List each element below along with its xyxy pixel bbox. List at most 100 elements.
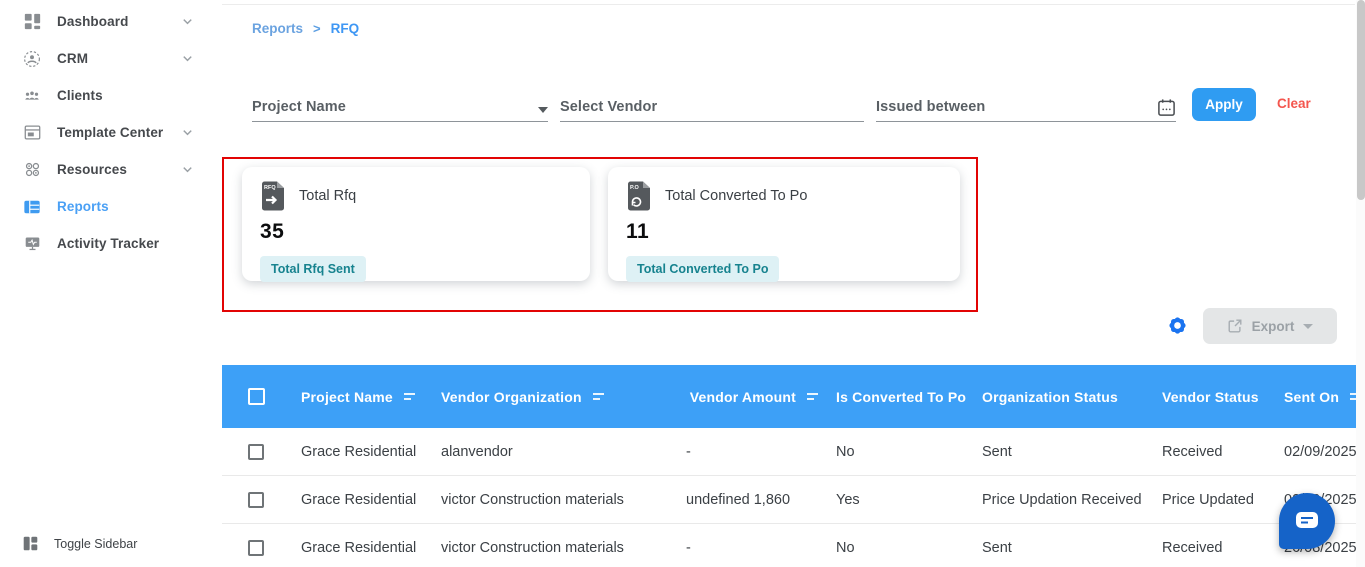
total-rfq-card: RFQ Total Rfq 35 Total Rfq Sent [242,167,590,282]
status-badge: Total Converted To Po [626,256,780,282]
cell-is-converted-to-po: No [836,539,855,556]
sidebar-item-dashboard[interactable]: Dashboard [0,3,222,40]
chevron-down-icon [181,163,194,176]
sidebar-item-label: Resources [57,162,127,177]
sidebar-item-label: Clients [57,88,103,103]
resources-icon [22,160,42,180]
cell-organization-status: Sent [982,539,1012,556]
export-button[interactable]: Export [1203,308,1337,344]
cell-project-name: Grace Residential [301,539,417,556]
breadcrumb-reports-link[interactable]: Reports [252,21,303,36]
chevron-down-icon [181,52,194,65]
card-value: 35 [260,220,285,243]
cell-vendor-amount: - [686,539,691,556]
apply-button[interactable]: Apply [1192,88,1256,121]
svg-text:P.O: P.O [630,185,639,191]
column-label: Project Name [301,388,393,405]
rfq-table: Project Name Vendor Organization Vendor … [222,365,1365,567]
total-converted-po-card: P.O Total Converted To Po 11 Total Conve… [608,167,960,282]
chevron-down-icon [181,15,194,28]
chat-icon [1295,511,1319,531]
status-badge: Total Rfq Sent [260,256,366,282]
sidebar: Dashboard CRM Clients Template Center Re… [0,0,222,567]
export-caret-icon [1303,323,1314,329]
column-header-vendor-organization[interactable]: Vendor Organization [430,389,675,405]
content-top-divider [222,4,1355,5]
table-row: Grace Residential alanvendor - No Sent R… [222,428,1365,476]
breadcrumb: Reports > RFQ [252,21,359,36]
crm-icon [22,49,42,69]
export-icon [1227,318,1243,334]
sidebar-item-label: Dashboard [57,14,129,29]
row-checkbox[interactable] [248,443,264,460]
window-scrollbar [1356,0,1365,567]
project-name-select[interactable]: Project Name [252,94,548,122]
select-vendor-select[interactable]: Select Vendor [560,94,864,122]
card-value: 11 [626,220,650,243]
table-row: Grace Residential victor Construction ma… [222,524,1365,567]
scrollbar-thumb[interactable] [1357,0,1365,200]
cell-vendor-amount: undefined 1,860 [686,491,791,508]
column-header-organization-status[interactable]: Organization Status [971,389,1151,405]
dropdown-caret-icon [538,107,548,113]
sidebar-item-activity-tracker[interactable]: Activity Tracker [0,225,222,262]
po-document-icon: P.O [626,181,652,211]
column-label: Vendor Status [1162,388,1259,405]
column-header-vendor-amount[interactable]: Vendor Amount [675,389,825,405]
sidebar-item-crm[interactable]: CRM [0,40,222,77]
cell-vendor-organization: alanvendor [441,443,513,460]
column-header-vendor-status[interactable]: Vendor Status [1151,389,1273,405]
cell-is-converted-to-po: No [836,443,855,460]
row-checkbox[interactable] [248,491,264,508]
main-content: Reports > RFQ Project Name Select Vendor… [222,0,1365,567]
column-header-project-name[interactable]: Project Name [290,389,430,405]
reports-icon [22,197,42,217]
column-label: Vendor Amount [689,388,796,405]
filter-icon[interactable] [592,391,605,402]
card-title: Total Rfq [299,188,357,204]
cell-project-name: Grace Residential [301,443,417,460]
sidebar-item-reports[interactable]: Reports [0,188,222,225]
cell-vendor-status: Received [1162,539,1223,556]
sidebar-item-resources[interactable]: Resources [0,151,222,188]
select-vendor-placeholder: Select Vendor [560,99,658,115]
sidebar-item-label: Activity Tracker [57,236,160,251]
filter-icon[interactable] [806,391,819,402]
card-title: Total Converted To Po [665,188,808,204]
toggle-sidebar-label: Toggle Sidebar [54,536,138,551]
sidebar-item-template-center[interactable]: Template Center [0,114,222,151]
issued-between-datepicker[interactable]: Issued between [876,94,1176,122]
filter-icon[interactable] [403,391,416,402]
activity-tracker-icon [22,234,42,254]
breadcrumb-rfq-link[interactable]: RFQ [331,21,360,36]
cell-organization-status: Price Updation Received [982,491,1142,508]
cell-organization-status: Sent [982,443,1012,460]
column-label: Vendor Organization [441,388,582,405]
select-all-checkbox[interactable] [248,388,265,405]
column-header-is-converted-to-po[interactable]: Is Converted To Po [825,389,971,405]
sidebar-item-label: CRM [57,51,89,66]
cell-is-converted-to-po: Yes [836,491,860,508]
toggle-sidebar-button[interactable]: Toggle Sidebar [22,535,137,552]
project-name-placeholder: Project Name [252,99,346,115]
dashboard-icon [22,12,42,32]
cell-vendor-organization: victor Construction materials [441,491,624,508]
cell-sent-on: 02/09/2025 [1284,443,1357,460]
sidebar-item-clients[interactable]: Clients [0,77,222,114]
issued-between-placeholder: Issued between [876,99,986,115]
table-header-row: Project Name Vendor Organization Vendor … [222,365,1365,428]
cell-vendor-status: Price Updated [1162,491,1254,508]
column-header-sent-on[interactable]: Sent On [1273,389,1365,405]
column-label: Is Converted To Po [836,388,967,405]
breadcrumb-separator-icon: > [313,21,321,36]
cell-project-name: Grace Residential [301,491,417,508]
cell-vendor-organization: victor Construction materials [441,539,624,556]
sidebar-item-label: Template Center [57,125,164,140]
column-label: Organization Status [982,388,1119,405]
chat-widget-button[interactable] [1279,493,1335,549]
settings-gear-icon[interactable] [1166,314,1190,338]
row-checkbox[interactable] [248,539,264,556]
sidebar-item-label: Reports [57,199,109,214]
clear-button[interactable]: Clear [1277,96,1311,111]
cell-vendor-status: Received [1162,443,1223,460]
